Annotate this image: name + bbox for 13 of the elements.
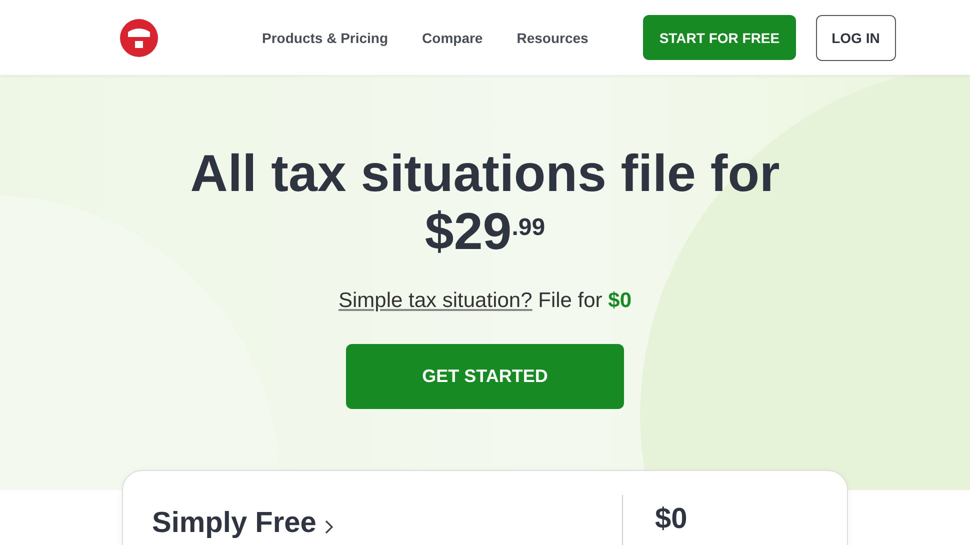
nav-link[interactable]: Compare: [422, 30, 483, 46]
start-for-free-button[interactable]: START FOR FREE: [643, 15, 796, 60]
subline-text: Simple tax situation? File for $0: [338, 289, 632, 313]
plan-price: $0: [655, 503, 688, 536]
nav-link[interactable]: Products & Pricing: [262, 30, 388, 46]
get-started-button[interactable]: GET STARTED: [346, 344, 624, 409]
log-in-button[interactable]: LOG IN: [816, 14, 896, 60]
nav-link[interactable]: Resources: [516, 30, 588, 46]
chevron-right-icon[interactable]: [324, 520, 334, 534]
logo-icon[interactable]: [120, 18, 158, 56]
headline: All tax situations file for $29$^{.99}$: [189, 145, 781, 261]
plan-title[interactable]: Simply Free: [152, 507, 316, 540]
simple-tax-link[interactable]: Simple tax situation?: [338, 289, 532, 312]
